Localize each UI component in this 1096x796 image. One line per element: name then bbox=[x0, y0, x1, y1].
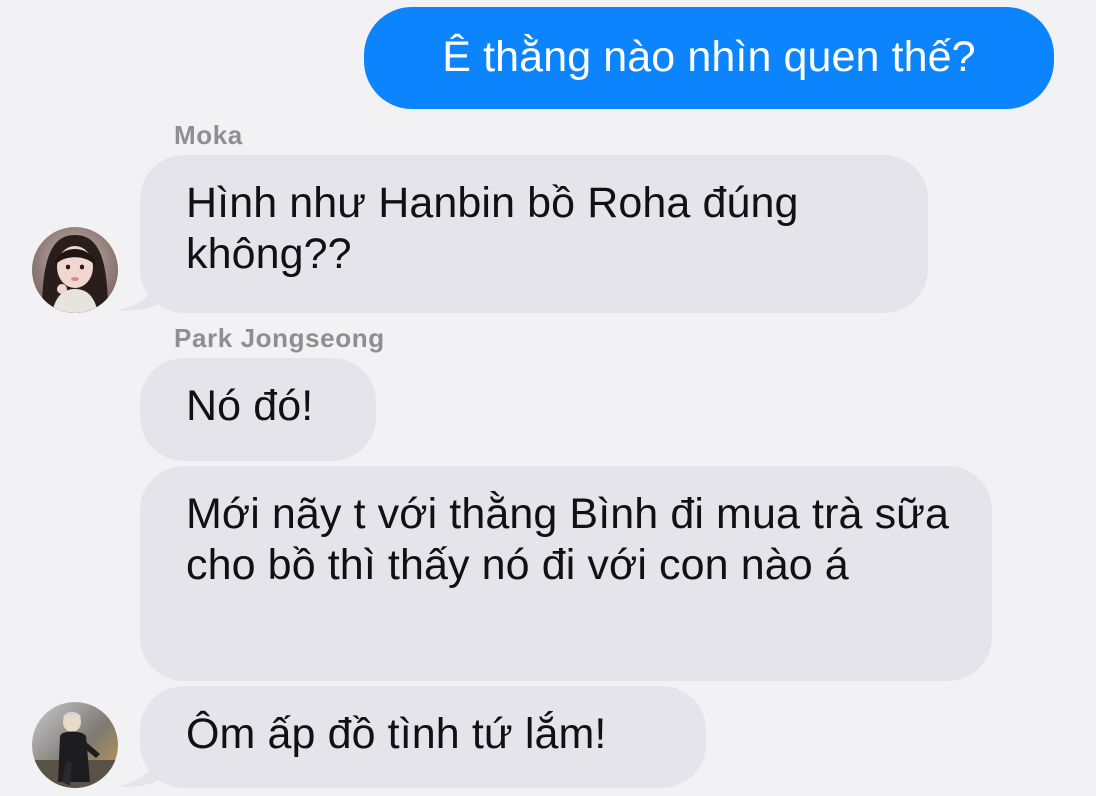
incoming-message-bubble[interactable]: Nó đó! bbox=[140, 358, 376, 461]
user-avatar-photo-icon bbox=[32, 227, 118, 313]
outgoing-message-bubble[interactable]: Ê thằng nào nhìn quen thế? bbox=[364, 7, 1054, 109]
bubble-tail-icon bbox=[118, 758, 158, 787]
incoming-message-bubble[interactable]: Ôm ấp đồ tình tứ lắm! bbox=[140, 686, 706, 788]
avatar[interactable] bbox=[32, 702, 118, 788]
incoming-message-bubble[interactable]: Hình như Hanbin bồ Roha đúng không?? bbox=[140, 155, 928, 313]
user-avatar-photo-icon bbox=[32, 702, 118, 788]
incoming-message-bubble[interactable]: Mới nãy t với thằng Bình đi mua trà sữa … bbox=[140, 466, 992, 681]
message-thread: Ê thằng nào nhìn quen thế? Moka Hình như… bbox=[0, 0, 1096, 796]
sender-name-park-jongseong: Park Jongseong bbox=[174, 323, 385, 353]
avatar[interactable] bbox=[32, 227, 118, 313]
sender-name-moka: Moka bbox=[174, 120, 243, 150]
bubble-tail-icon bbox=[118, 282, 158, 311]
